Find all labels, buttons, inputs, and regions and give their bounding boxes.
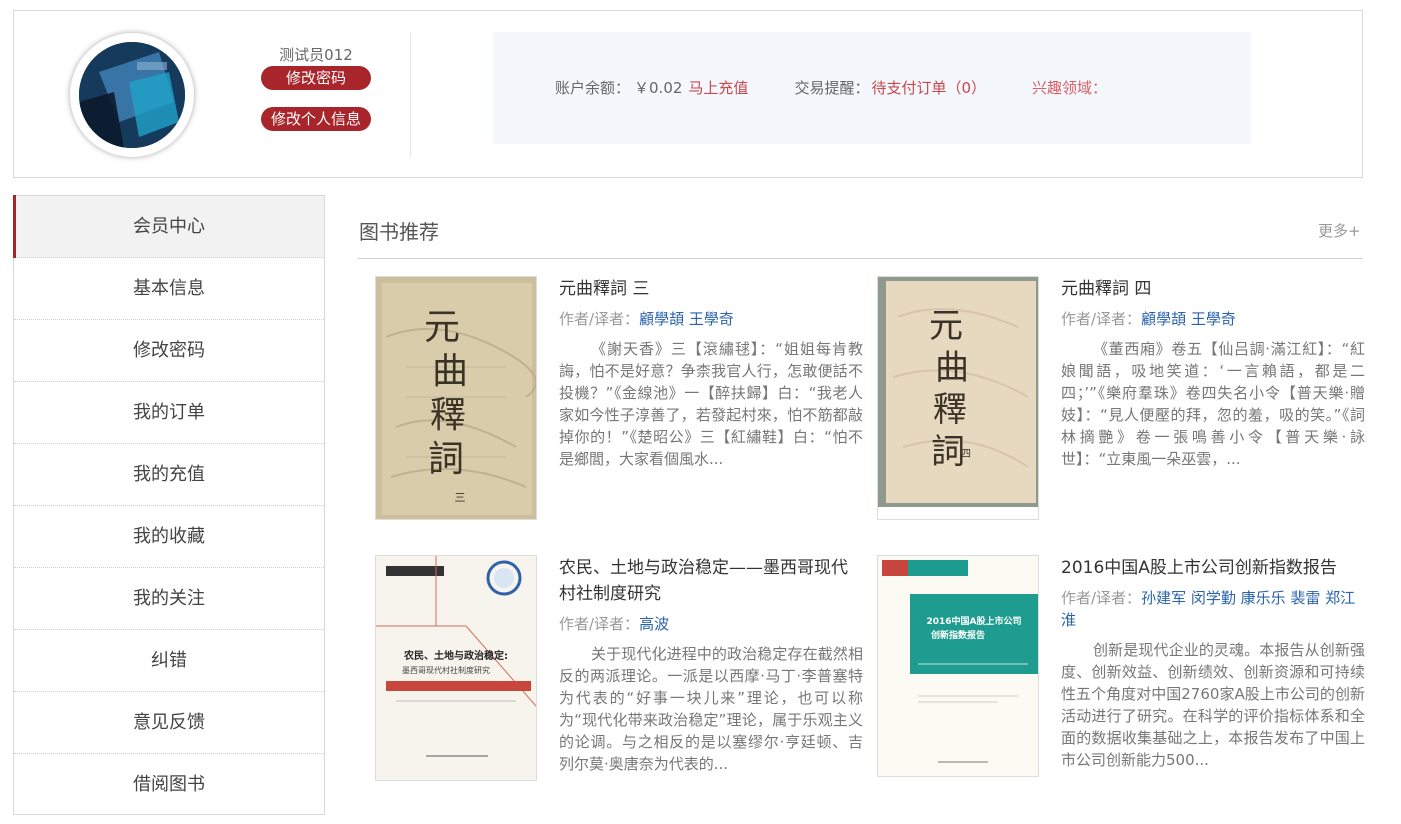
- book-card: 元 曲 釋 詞 四 元曲釋詞 四 作者/译者：顧學頡 王學奇 《董西廂》卷五【仙…: [877, 276, 1365, 526]
- interest-label: 兴趣领域：: [1032, 79, 1108, 97]
- author-prefix: 作者/译者：: [1061, 310, 1142, 328]
- cover-char: 詞: [931, 432, 965, 472]
- cover-char: 曲: [432, 351, 468, 392]
- cover-char: 釋: [430, 395, 466, 436]
- book-author: 作者/译者：高波: [559, 613, 863, 635]
- sidebar-item-my-follows[interactable]: 我的关注: [14, 568, 324, 630]
- book-card: 2016中国A股上市公司 创新指数报告 2016中国A股上市公司创新指数报告 作…: [877, 555, 1365, 805]
- book-cover[interactable]: 农民、土地与政治稳定: 墨西哥现代村社制度研究: [375, 555, 537, 781]
- book-description: 《董西廂》卷五【仙吕調·滿江紅】：“紅娘聞語，吸地笑道：‘一言賴語，都是二四；’…: [1061, 340, 1365, 468]
- recharge-link[interactable]: 马上充值: [688, 79, 748, 97]
- avatar-photo: [79, 42, 185, 148]
- book-cover[interactable]: 元 曲 釋 詞 三: [375, 276, 537, 520]
- book-cover[interactable]: 2016中国A股上市公司 创新指数报告: [877, 555, 1039, 777]
- book-description: 关于现代化进程中的政治稳定存在截然相反的两派理论。一派是以西摩·马丁·李普塞特为…: [559, 645, 863, 773]
- sidebar-item-basic-info[interactable]: 基本信息: [14, 258, 324, 320]
- pending-orders-link[interactable]: 待支付订单（0）: [871, 79, 986, 97]
- change-password-button[interactable]: 修改密码: [261, 66, 371, 90]
- book-title[interactable]: 2016中国A股上市公司创新指数报告: [1061, 555, 1365, 581]
- edit-profile-button[interactable]: 修改个人信息: [261, 107, 371, 131]
- book-description: 《謝天香》三【滾繡毬】：“姐姐每肯教誨，怕不是好意？争柰我官人行，怎敢便話不投機…: [559, 340, 863, 468]
- avatar[interactable]: [70, 33, 194, 157]
- user-header-panel: 测试员012 修改密码 修改个人信息 账户余额： ￥0.02 马上充值 交易提醒： 待支…: [13, 10, 1363, 178]
- sidebar-item-borrowed-books[interactable]: 借阅图书: [14, 754, 324, 816]
- cover-title-line: 墨西哥现代村社制度研究: [402, 665, 490, 675]
- author-names[interactable]: 顧學頡 王學奇: [639, 310, 734, 328]
- sidebar-item-change-password[interactable]: 修改密码: [14, 320, 324, 382]
- book-author: 作者/译者：顧學頡 王學奇: [559, 308, 863, 330]
- cover-char: 釋: [933, 390, 967, 430]
- header-divider: [410, 33, 411, 157]
- book-info: 元曲釋詞 三 作者/译者：顧學頡 王學奇 《謝天香》三【滾繡毬】：“姐姐每肯教誨…: [559, 276, 863, 470]
- book-info: 元曲釋詞 四 作者/译者：顧學頡 王學奇 《董西廂》卷五【仙吕調·滿江紅】：“紅…: [1061, 276, 1365, 470]
- book-card: 农民、土地与政治稳定: 墨西哥现代村社制度研究 农民、土地与政治稳定——墨西哥现…: [375, 555, 863, 805]
- cover-title-line: 创新指数报告: [930, 629, 985, 641]
- book-info: 2016中国A股上市公司创新指数报告 作者/译者：孙建军 闵学勤 康乐乐 裴雷 …: [1061, 555, 1365, 771]
- balance-value: ￥0.02: [634, 79, 683, 97]
- username: 测试员012: [279, 46, 353, 64]
- book-author: 作者/译者：孙建军 闵学勤 康乐乐 裴雷 郑江淮: [1061, 587, 1365, 631]
- cover-char: 詞: [428, 439, 464, 480]
- cover-title-line: 2016中国A股上市公司: [926, 615, 1021, 627]
- book-card: 元 曲 釋 詞 三 元曲釋詞 三 作者/译者：顧學頡 王學奇 《謝天香》三【滾繡…: [375, 276, 863, 526]
- sidebar-item-feedback[interactable]: 意见反馈: [14, 692, 324, 754]
- book-description: 创新是现代企业的灵魂。本报告从创新强度、创新效益、创新绩效、创新资源和可持续性五…: [1061, 641, 1365, 769]
- cover-title-line: 农民、土地与政治稳定:: [403, 649, 508, 662]
- cover-volume: 三: [455, 491, 466, 504]
- author-prefix: 作者/译者：: [559, 310, 640, 328]
- account-summary: 账户余额： ￥0.02 马上充值 交易提醒： 待支付订单（0） 兴趣领域：: [493, 32, 1251, 144]
- trade-reminder-label: 交易提醒：: [794, 79, 870, 97]
- avatar-image: [79, 42, 185, 148]
- cover-char: 元: [424, 307, 460, 348]
- sidebar-item-error-report[interactable]: 纠错: [14, 630, 324, 692]
- balance-label: 账户余额：: [555, 79, 631, 97]
- book-title[interactable]: 元曲釋詞 四: [1061, 276, 1365, 302]
- book-title[interactable]: 元曲釋詞 三: [559, 276, 863, 302]
- section-title: 图书推荐: [359, 220, 439, 244]
- user-info-block: 测试员012 修改密码 修改个人信息: [260, 45, 372, 131]
- cover-char: 曲: [935, 348, 969, 388]
- cover-char: 元: [929, 306, 963, 346]
- book-title[interactable]: 农民、土地与政治稳定——墨西哥现代村社制度研究: [559, 555, 863, 607]
- sidebar-item-my-orders[interactable]: 我的订单: [14, 382, 324, 444]
- author-prefix: 作者/译者：: [1061, 589, 1142, 607]
- section-divider: [358, 258, 1363, 259]
- author-names[interactable]: 高波: [639, 615, 669, 633]
- book-cover[interactable]: 元 曲 釋 詞 四: [877, 276, 1039, 520]
- sidebar-item-member-center[interactable]: 会员中心: [13, 195, 324, 258]
- more-link[interactable]: 更多+: [1318, 220, 1361, 241]
- cover-volume: 四: [961, 449, 971, 460]
- book-info: 农民、土地与政治稳定——墨西哥现代村社制度研究 作者/译者：高波 关于现代化进程…: [559, 555, 863, 775]
- book-author: 作者/译者：顧學頡 王學奇: [1061, 308, 1365, 330]
- author-prefix: 作者/译者：: [559, 615, 640, 633]
- sidebar-item-my-favorites[interactable]: 我的收藏: [14, 506, 324, 568]
- sidebar-item-my-recharge[interactable]: 我的充值: [14, 444, 324, 506]
- sidebar-nav: 会员中心 基本信息 修改密码 我的订单 我的充值 我的收藏 我的关注 纠错 意见…: [13, 195, 325, 815]
- author-names[interactable]: 顧學頡 王學奇: [1141, 310, 1236, 328]
